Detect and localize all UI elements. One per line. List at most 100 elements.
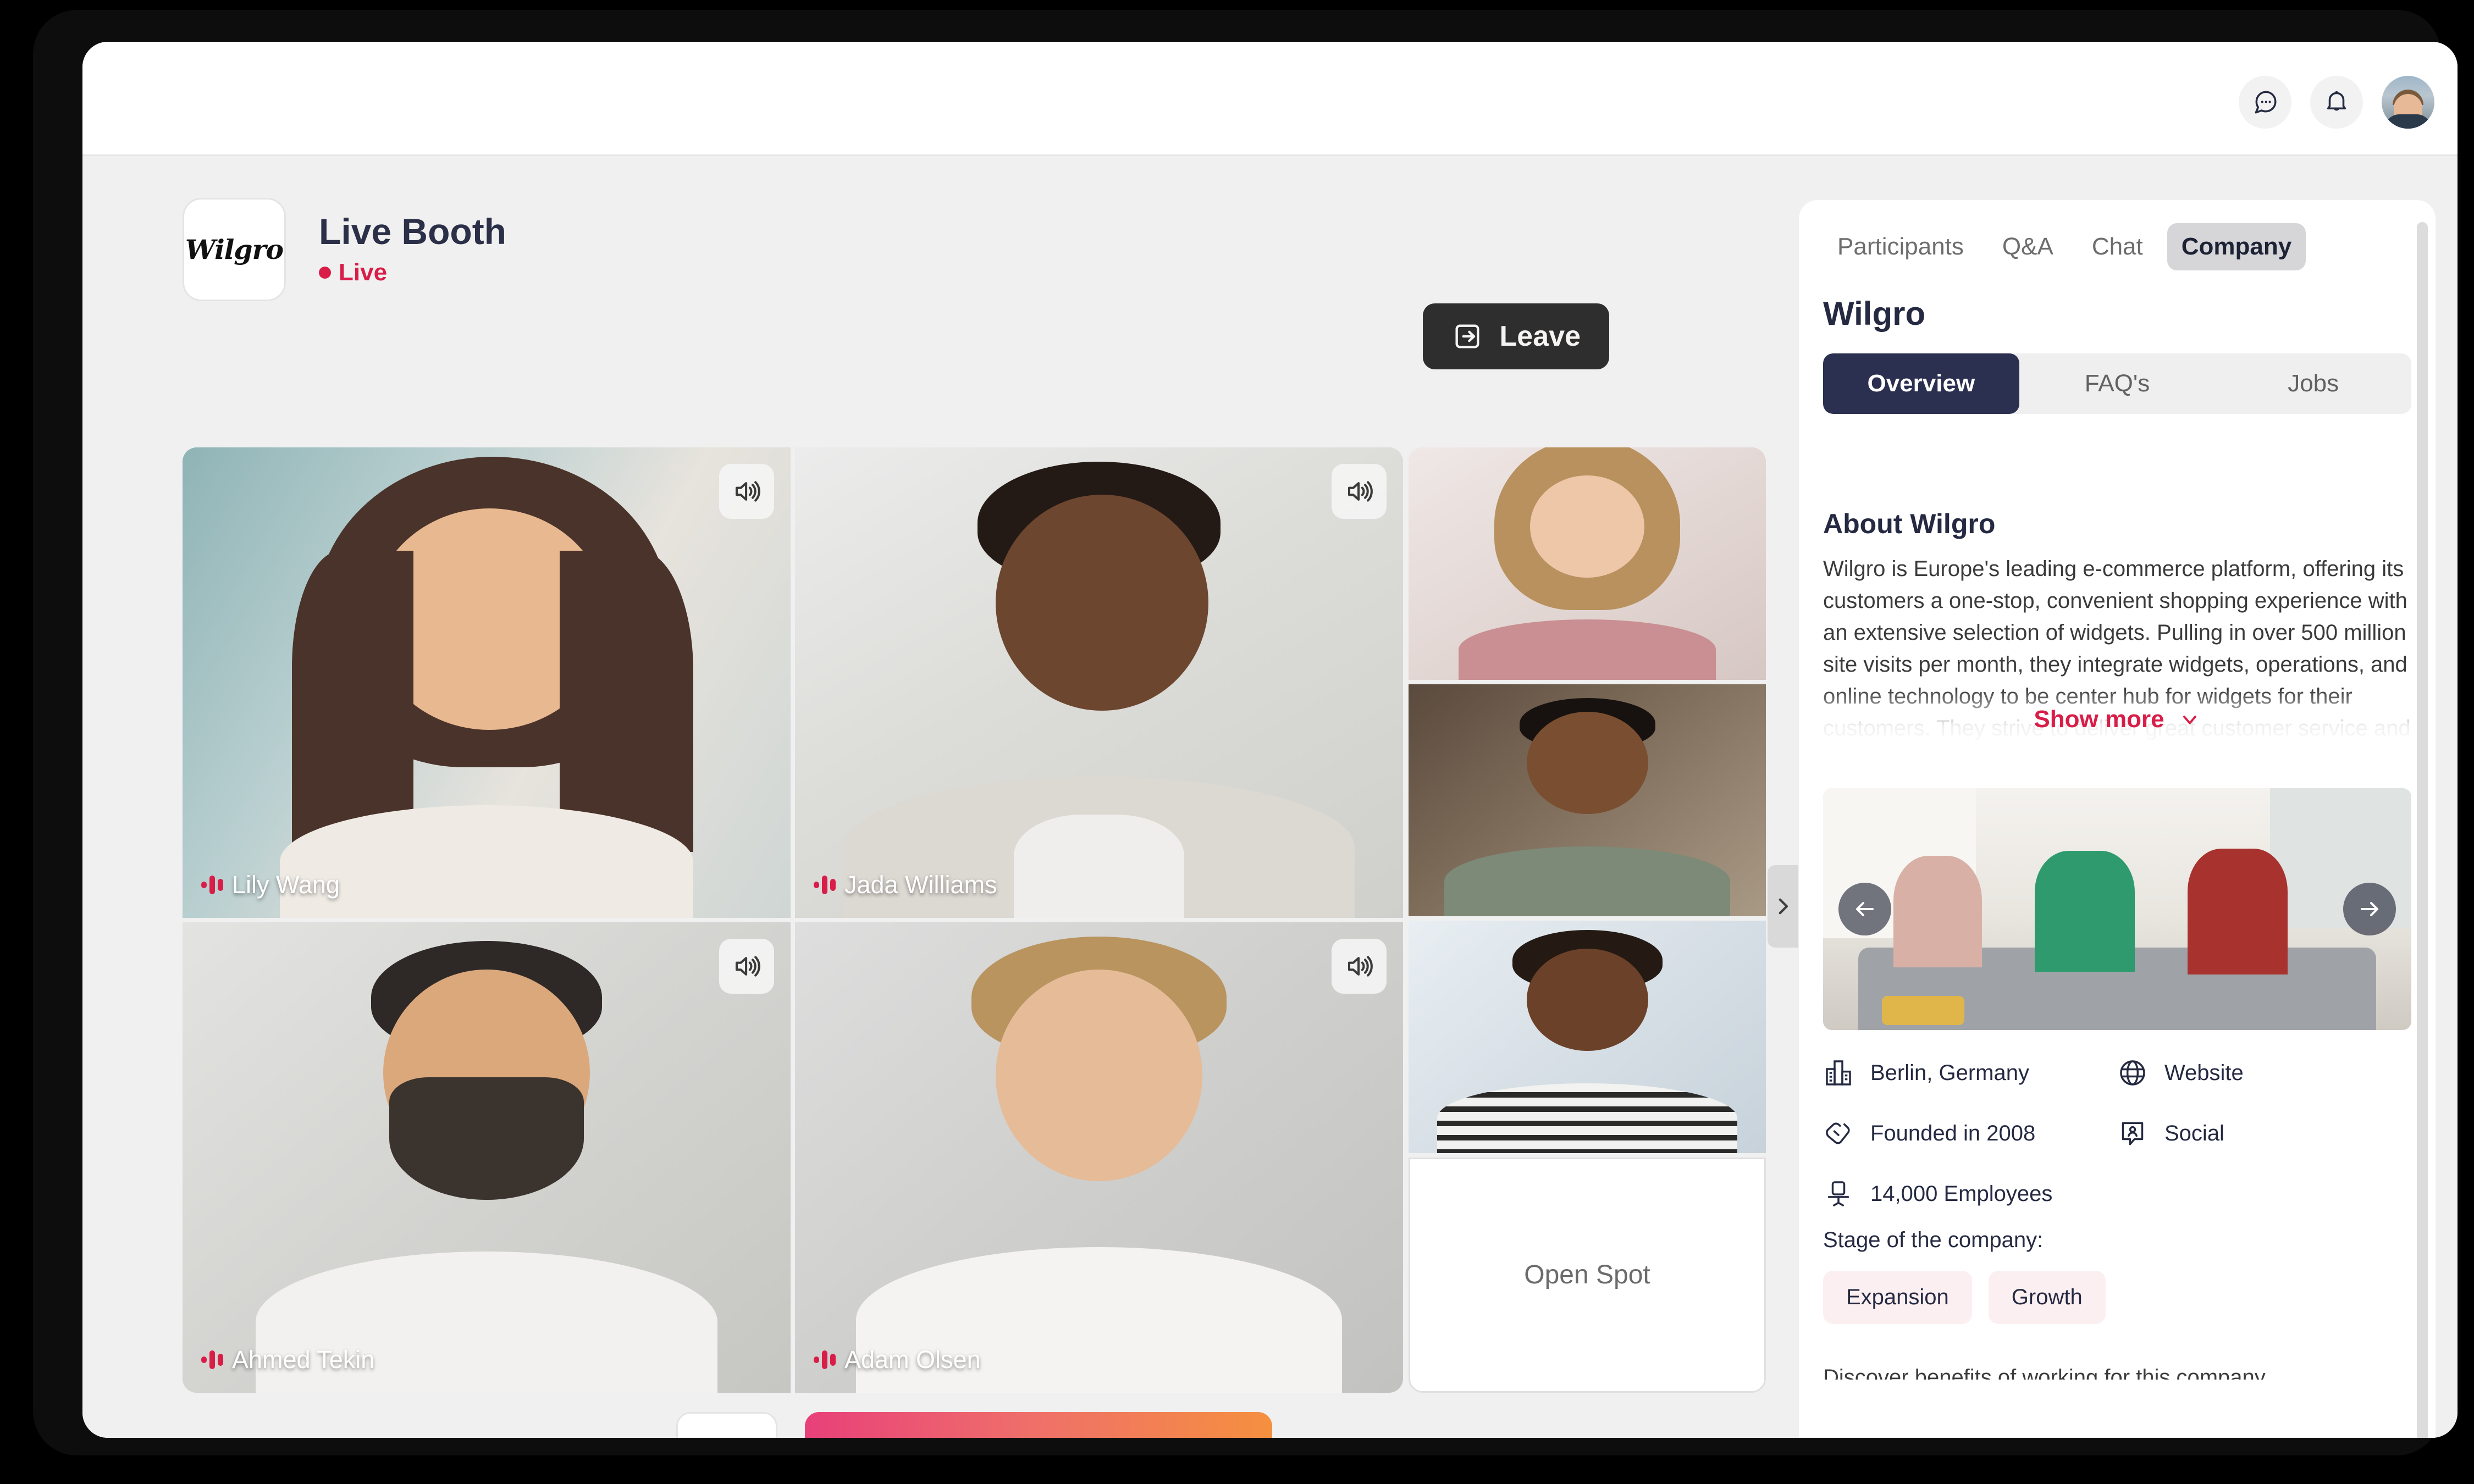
office-chair-icon (1827, 1181, 1849, 1206)
participant-photo (1409, 684, 1766, 916)
segment-overview[interactable]: Overview (1823, 353, 2019, 414)
social-card-icon (2122, 1122, 2144, 1145)
fact-social[interactable]: Social (2117, 1118, 2411, 1149)
fact-social-text: Social (2164, 1121, 2224, 1145)
head-shape (995, 494, 1209, 711)
video-tile[interactable]: Lily Wang (183, 447, 791, 918)
gallery-prev-button[interactable] (1838, 883, 1891, 935)
video-tile[interactable]: Ahmed Tekin (183, 922, 791, 1393)
help-button[interactable] (676, 1412, 777, 1438)
app-window: Wilgro Live Booth Live Leave Lily Wang J… (82, 42, 2458, 1438)
chat-icon-button[interactable] (2239, 76, 2291, 129)
open-spot-label: Open Spot (1524, 1260, 1650, 1290)
audio-wave-icon (201, 876, 223, 894)
avatar[interactable] (2382, 76, 2434, 129)
speaker-icon (735, 956, 760, 977)
page-body: Wilgro Live Booth Live Leave Lily Wang J… (82, 156, 2458, 1438)
action-bar: 👋 Join with Mic & Camera (183, 1412, 1766, 1438)
participant-name: Jada Williams (844, 871, 997, 899)
video-tile[interactable] (1409, 684, 1766, 916)
globe-icon (2120, 1060, 2145, 1086)
stage-chip-growth[interactable]: Growth (1988, 1271, 2106, 1324)
booth-title-block: Live Booth Live (319, 213, 506, 286)
tab-company[interactable]: Company (2167, 223, 2306, 270)
chevron-right-icon (1779, 898, 1788, 915)
stage-of-company-label: Stage of the company: (1823, 1228, 2044, 1252)
participant-photo (183, 922, 791, 1393)
segment-tabs: Overview FAQ's Jobs (1823, 353, 2411, 414)
participant-name-tag: Jada Williams (814, 871, 997, 899)
fact-website[interactable]: Website (2117, 1057, 2411, 1088)
panel-collapse-handle[interactable] (1768, 865, 1798, 948)
hair-left-shape (292, 551, 414, 843)
leave-button[interactable]: Leave (1422, 303, 1609, 369)
panel-tabs: Participants Q&A Chat Company (1799, 200, 2436, 283)
speaker-toggle-button[interactable] (1332, 464, 1387, 519)
main-video-tiles: Lily Wang Jada Williams Ahmed Tekin Adam… (183, 447, 1403, 1393)
audio-wave-icon (201, 1350, 223, 1369)
handshake-icon (1826, 1122, 1850, 1144)
video-tile[interactable]: Jada Williams (795, 447, 1403, 918)
participant-name: Adam Olsen (844, 1345, 981, 1374)
about-heading: About Wilgro (1823, 508, 1996, 539)
fact-location: Berlin, Germany (1823, 1057, 2117, 1088)
participant-name-tag: Ahmed Tekin (201, 1345, 374, 1374)
speaker-icon (1348, 481, 1373, 502)
arrow-right-icon (2361, 902, 2378, 916)
segment-jobs[interactable]: Jobs (2215, 353, 2411, 414)
speaker-icon (735, 481, 760, 502)
participant-photo (795, 922, 1403, 1393)
gallery-person-2 (2035, 851, 2135, 972)
gallery-photo (1823, 788, 2411, 1030)
tab-chat[interactable]: Chat (2078, 223, 2157, 270)
beard-shape (389, 1077, 584, 1200)
video-grid: Lily Wang Jada Williams Ahmed Tekin Adam… (183, 447, 1766, 1393)
join-with-mic-and-camera-button[interactable]: 👋 Join with Mic & Camera (804, 1412, 1273, 1438)
next-section-heading: Discover benefits of working for this co… (1823, 1365, 2266, 1380)
participant-photo (1409, 921, 1766, 1153)
bell-icon-button[interactable] (2310, 76, 2363, 129)
video-tile[interactable]: Adam Olsen (795, 922, 1403, 1393)
live-label: Live (339, 258, 388, 286)
top-bar-actions (2239, 76, 2434, 129)
segment-faqs[interactable]: FAQ's (2019, 353, 2216, 414)
fact-founded: Founded in 2008 (1823, 1118, 2117, 1149)
booth-logo: Wilgro (183, 198, 286, 301)
torso-shape (279, 805, 694, 918)
live-dot-icon (319, 266, 331, 279)
tab-qa[interactable]: Q&A (1988, 223, 2068, 270)
avatar-body (2385, 114, 2431, 129)
open-spot-tile[interactable]: Open Spot (1409, 1157, 1766, 1393)
arrow-left-icon (1856, 902, 1874, 916)
participant-name-tag: Adam Olsen (814, 1345, 981, 1374)
bell-icon (2327, 91, 2346, 111)
video-tile[interactable] (1409, 447, 1766, 680)
show-more-button[interactable]: Show more (1799, 706, 2436, 733)
hair-right-shape (559, 551, 694, 852)
audio-wave-icon (814, 876, 836, 894)
video-tile[interactable] (1409, 921, 1766, 1153)
speaker-toggle-button[interactable] (719, 464, 774, 519)
building-icon (1826, 1060, 1851, 1086)
speaker-toggle-button[interactable] (719, 939, 774, 994)
audio-wave-icon (814, 1350, 836, 1369)
torso-shape (1437, 1083, 1737, 1153)
head-shape (1526, 948, 1648, 1051)
fact-location-text: Berlin, Germany (1870, 1060, 2029, 1085)
company-panel: Participants Q&A Chat Company Wilgro Ove… (1799, 200, 2436, 1438)
head-shape (1526, 712, 1648, 815)
panel-scrollbar[interactable] (2417, 222, 2428, 1438)
company-gallery[interactable] (1823, 788, 2411, 1030)
torso-shape (1444, 846, 1730, 916)
stage: Wilgro Live Booth Live Leave Lily Wang J… (82, 156, 1766, 1438)
participant-name: Ahmed Tekin (232, 1345, 375, 1374)
fact-employees: 14,000 Employees (1823, 1178, 2117, 1209)
gallery-next-button[interactable] (2343, 883, 2396, 935)
show-more-label: Show more (2034, 706, 2164, 733)
gallery-pillow (1882, 996, 1964, 1026)
tab-participants[interactable]: Participants (1823, 223, 1978, 270)
speaker-toggle-button[interactable] (1332, 939, 1387, 994)
stage-chip-expansion[interactable]: Expansion (1823, 1271, 1972, 1324)
gallery-person-3 (2188, 849, 2288, 974)
leave-icon (1455, 324, 1479, 348)
